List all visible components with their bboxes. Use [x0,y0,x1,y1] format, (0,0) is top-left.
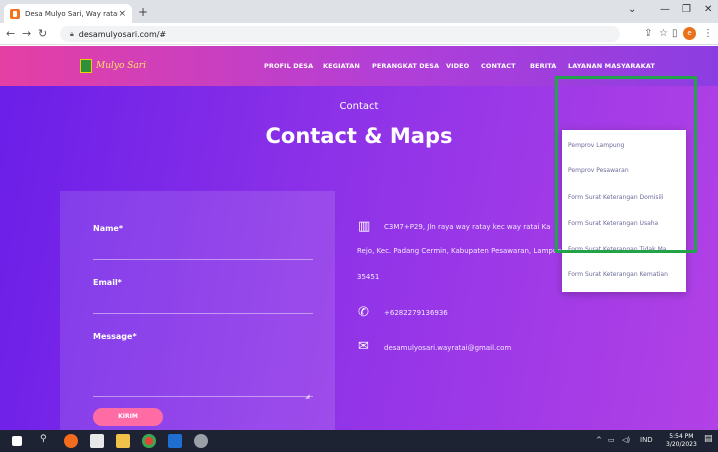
tray-chevron-icon[interactable]: ^ [596,436,602,444]
address-line-2: Rejo, Kec. Padang Cermin, Kabupaten Pesa… [357,247,567,255]
phone-number: +6282279136936 [384,309,448,317]
phone-icon: ✆ [358,305,369,320]
store-icon[interactable] [90,434,104,448]
reload-icon[interactable]: ↻ [38,27,47,40]
chrome-icon[interactable] [142,434,156,448]
windows-taskbar: ⚲ ^ ▭ ◁) IND 5:54 PM 3/20/2023 ▤ [0,430,718,452]
nav-item-berita[interactable]: BERITA [530,62,556,70]
village-emblem-icon [80,59,92,73]
file-explorer-icon[interactable] [116,434,130,448]
name-label: Name* [93,224,124,233]
taskbar-clock[interactable]: 5:54 PM 3/20/2023 [666,433,697,449]
paint-icon[interactable] [194,434,208,448]
lock-icon: 🔒︎ [70,29,74,38]
nav-item-video[interactable]: VIDEO [446,62,469,70]
browser-tab[interactable]: Desa Mulyo Sari, Way ratai × [4,4,132,23]
clock-date: 3/20/2023 [666,441,697,448]
url-text: desamulyosari.com/# [78,29,167,39]
submit-button[interactable]: KIRIM [93,408,163,426]
nav-item-layanan-masyarakat[interactable]: LAYANAN MASYARAKAT [568,62,655,70]
name-field[interactable] [93,259,313,260]
tab-close-icon[interactable]: × [118,9,126,19]
notification-icon[interactable]: ▤ [704,434,713,444]
contact-form: Name* Email* Message* ◢ KIRIM [60,191,335,430]
message-field[interactable] [93,396,313,397]
email-field[interactable] [93,313,313,314]
network-icon[interactable]: ▭ [608,436,615,444]
site-favicon-icon [10,8,20,19]
language-indicator[interactable]: IND [640,436,653,444]
search-icon[interactable]: ⚲ [40,434,47,444]
tab-search-chevron-icon[interactable]: ⌄ [628,4,636,15]
address-line-1: C3M7+P29, Jln raya way ratay kec way rat… [384,223,551,231]
forward-arrow-icon[interactable]: → [22,27,31,40]
browser-tab-bar: Desa Mulyo Sari, Way ratai × + ⌄ — ❐ ✕ [0,0,718,23]
minimize-button[interactable]: — [660,4,670,15]
back-arrow-icon[interactable]: ← [6,27,15,40]
message-label: Message* [93,332,137,341]
textarea-resize-handle[interactable]: ◢ [305,393,310,400]
word-icon[interactable] [168,434,182,448]
nav-item-profil-desa[interactable]: PROFIL DESA [264,62,313,70]
logo-text: Mulyo Sari [96,61,146,71]
browser-menu-icon[interactable]: ⋮ [703,28,713,39]
close-window-button[interactable]: ✕ [704,4,712,15]
bookmark-star-icon[interactable]: ☆ [659,28,668,39]
share-icon[interactable]: ⇪ [644,28,652,39]
postal-code: 35451 [357,273,380,281]
address-bar: ← → ↻ 🔒︎ desamulyosari.com/# ⇪ ☆ ▯ ⋮ [0,23,718,45]
volume-icon[interactable]: ◁) [622,436,630,444]
email-address: desamulyosari.wayratai@gmail.com [384,344,512,352]
url-input[interactable]: 🔒︎ desamulyosari.com/# [60,26,620,42]
windows-start-icon[interactable] [12,436,22,446]
profile-avatar[interactable]: e [683,27,696,40]
nav-item-kegiatan[interactable]: KEGIATAN [323,62,360,70]
clock-time: 5:54 PM [669,433,694,440]
new-tab-button[interactable]: + [138,5,148,19]
nav-item-perangkat-desa[interactable]: PERANGKAT DESA [372,62,439,70]
side-panel-icon[interactable]: ▯ [672,28,678,39]
firefox-icon[interactable] [64,434,78,448]
restore-button[interactable]: ❐ [682,4,691,15]
nav-item-contact[interactable]: CONTACT [481,62,516,70]
map-icon: ▥ [358,219,371,234]
highlight-box [555,76,697,253]
tab-title: Desa Mulyo Sari, Way ratai [25,9,119,18]
email-label: Email* [93,278,122,287]
site-logo[interactable]: Mulyo Sari [80,58,172,74]
mail-icon: ✉ [358,339,369,354]
dropdown-item-surat-kematian[interactable]: Form Surat Keterangan Kematian [568,271,668,278]
